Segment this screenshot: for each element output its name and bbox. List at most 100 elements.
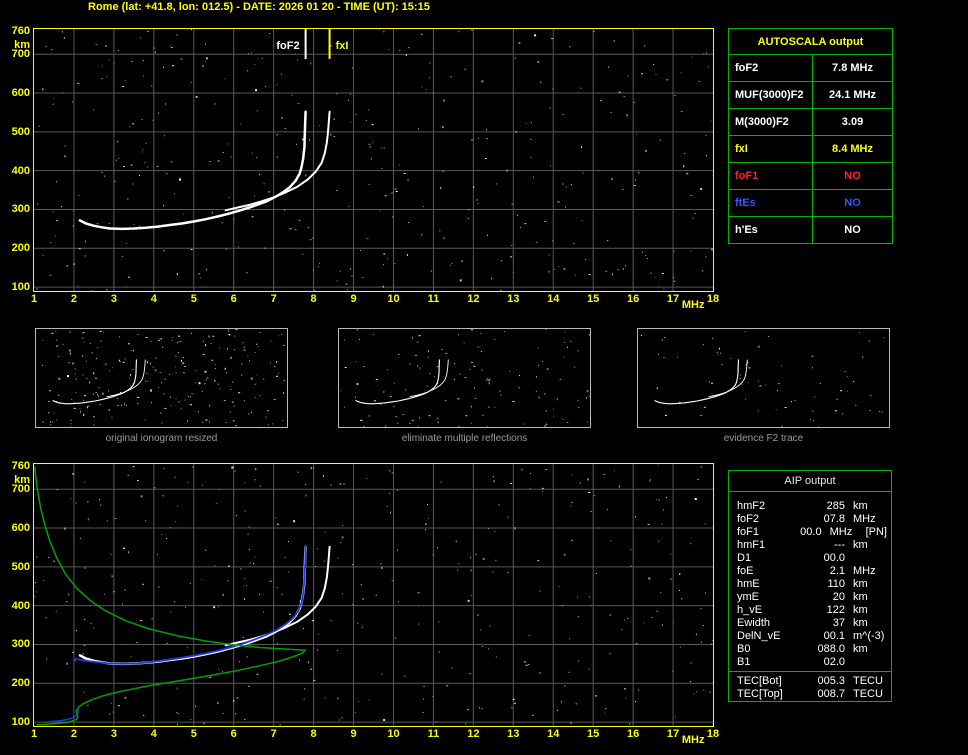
- autoscala-row-value: 24.1 MHz: [828, 89, 877, 101]
- autoscala-row-label: fxI: [729, 136, 813, 162]
- aip-row: hmF1 --- km: [729, 538, 891, 551]
- aip-row-label: foF1: [737, 525, 760, 538]
- y-tick-label: 100: [11, 716, 30, 729]
- x-tick-label: 1: [30, 293, 38, 305]
- x-tick-label: 10: [387, 728, 400, 740]
- aip-row-value: 02.0: [823, 655, 845, 668]
- autoscala-row: ftEs NO: [729, 189, 892, 216]
- thumb-eliminate-reflections: [338, 328, 591, 429]
- aip-row-value: 285: [826, 499, 845, 512]
- x-tick-label: 5: [190, 728, 197, 740]
- noise-dots: [340, 329, 591, 429]
- autoscala-row: foF1 NO: [729, 162, 892, 189]
- aip-row: B0 088.0 km: [729, 642, 891, 655]
- thumbnail-caption: eliminate multiple reflections: [401, 433, 528, 444]
- x-tick-label: 3: [110, 293, 117, 305]
- aip-tec-unit: TECU: [853, 687, 883, 700]
- aip-row-label: DelN_vE: [737, 629, 781, 642]
- aip-output-rows: hmF2 285 km foF2 07.8 MHz foF1 00.0 MHz [PN] hmF1-…: [729, 499, 891, 668]
- o-trace-line: [654, 359, 739, 405]
- x-trace-line: [708, 359, 748, 398]
- x-tick-label: 16: [626, 728, 640, 740]
- x-tick-label: 11: [427, 293, 440, 305]
- aip-row-unit: MHz: [853, 564, 876, 577]
- x-tick-label: 7: [270, 293, 277, 305]
- autoscala-row-label: h'Es: [729, 217, 813, 243]
- x-tick-label: 17: [666, 728, 680, 740]
- thumb-original-ionogram-canvas: [42, 329, 286, 428]
- aip-row-unit: MHz: [853, 512, 876, 525]
- x-axis-unit-label: MHz: [681, 299, 705, 311]
- grid-lines: [34, 29, 713, 291]
- aip-row-value: 00.0: [800, 525, 822, 538]
- aip-row-label: D1: [737, 551, 752, 564]
- autoscala-row: MUF(3000)F2 24.1 MHz: [729, 81, 892, 108]
- y-tick-label: 300: [11, 203, 30, 216]
- y-tick-label: 760: [11, 459, 30, 472]
- aip-tec-rows: TEC[Bot] 005.3 TECU TEC[Top] 008.7 TECU: [729, 674, 891, 700]
- aip-tec-unit: TECU: [853, 674, 883, 687]
- x-tick-label: 17: [666, 293, 680, 305]
- aip-tec-label: TEC[Top]: [737, 687, 783, 700]
- aip-row-value: 00.1: [823, 629, 845, 642]
- aip-row: h_vE 122 km: [729, 603, 891, 616]
- aip-row-label: B0: [737, 642, 751, 655]
- aip-tec-row: TEC[Bot] 005.3 TECU: [729, 674, 891, 687]
- thumb-eliminate-reflections-canvas: [340, 329, 591, 429]
- grid-lines: [34, 464, 713, 726]
- x-tick-label: 4: [150, 293, 157, 305]
- o-trace-line: [52, 359, 137, 405]
- x-tick-label: 2: [70, 728, 77, 740]
- thumb-original-ionogram: [35, 328, 288, 428]
- x-tick-label: 16: [626, 293, 640, 305]
- autoscala-row-value: 3.09: [841, 116, 864, 128]
- x-tick-label: 12: [467, 728, 480, 740]
- aip-row-unit: km: [853, 642, 868, 655]
- top-ionogram-chart: foF2 fxI: [33, 28, 714, 292]
- autoscala-row-value: NO: [844, 197, 861, 209]
- aip-row-label: foF2: [737, 512, 760, 525]
- x-tick-label: 9: [350, 293, 357, 305]
- thumb-evidence-f2-trace: [637, 328, 890, 428]
- x-tick-label: 15: [587, 728, 600, 740]
- x-tick-label: 6: [230, 728, 237, 740]
- aip-row: Ewidth 37 km: [729, 616, 891, 629]
- aip-row-label: ymE: [737, 590, 759, 603]
- aip-row-extra: [PN]: [865, 525, 887, 538]
- x-trace-line: [409, 359, 449, 398]
- aip-row: ymE 20 km: [729, 590, 891, 603]
- x-tick-label: 18: [706, 728, 720, 740]
- autoscala-row: fxI 8.4 MHz: [729, 135, 892, 162]
- y-tick-label: 500: [11, 125, 30, 138]
- noise-dots: [34, 464, 713, 726]
- y-tick-label: 100: [11, 281, 30, 294]
- x-tick-label: 6: [230, 293, 237, 305]
- aip-row-unit: km: [853, 499, 868, 512]
- foF2-marker-label: foF2: [276, 40, 299, 52]
- x-tick-label: 5: [190, 293, 197, 305]
- autoscala-app-window: Rome (lat: +41.8, lon: 012.5) - DATE: 20…: [0, 0, 968, 755]
- electron-density-profile-line: [34, 465, 307, 726]
- x-tick-label: 1: [30, 728, 38, 740]
- x-tick-label: 9: [350, 728, 357, 740]
- aip-output-table: AIP output hmF2 285 km foF2 07.8 MHz foF1 00.0 M…: [728, 470, 892, 702]
- y-axis-unit-label: km: [14, 474, 30, 486]
- noise-dots: [36, 29, 713, 291]
- aip-row-value: 110: [827, 577, 845, 590]
- y-axis-unit-label: km: [14, 39, 30, 51]
- aip-row-value: 37: [832, 616, 845, 629]
- x-tick-label: 11: [427, 728, 440, 740]
- aip-row: foF2 07.8 MHz: [729, 512, 891, 525]
- bottom-ionogram-canvas: [34, 464, 713, 726]
- autoscala-output-rows: foF2 7.8 MHz MUF(3000)F2 24.1 MHz M(3000)F2 3…: [729, 54, 892, 243]
- aip-row-unit: m^(-3): [853, 629, 885, 642]
- thumbnail-caption: evidence F2 trace: [723, 433, 804, 444]
- aip-row: B1 02.0: [729, 655, 891, 668]
- autoscala-output-table: AUTOSCALA output foF2 7.8 MHz MUF(3000)F2 2…: [728, 28, 893, 244]
- y-tick-label: 400: [11, 599, 30, 612]
- aip-output-title: AIP output: [729, 471, 891, 492]
- autoscala-row: M(3000)F2 3.09: [729, 108, 892, 135]
- autoscala-row-label: foF1: [729, 163, 813, 189]
- autoscala-row-value: NO: [844, 170, 861, 182]
- autoscala-row-label: foF2: [729, 55, 813, 81]
